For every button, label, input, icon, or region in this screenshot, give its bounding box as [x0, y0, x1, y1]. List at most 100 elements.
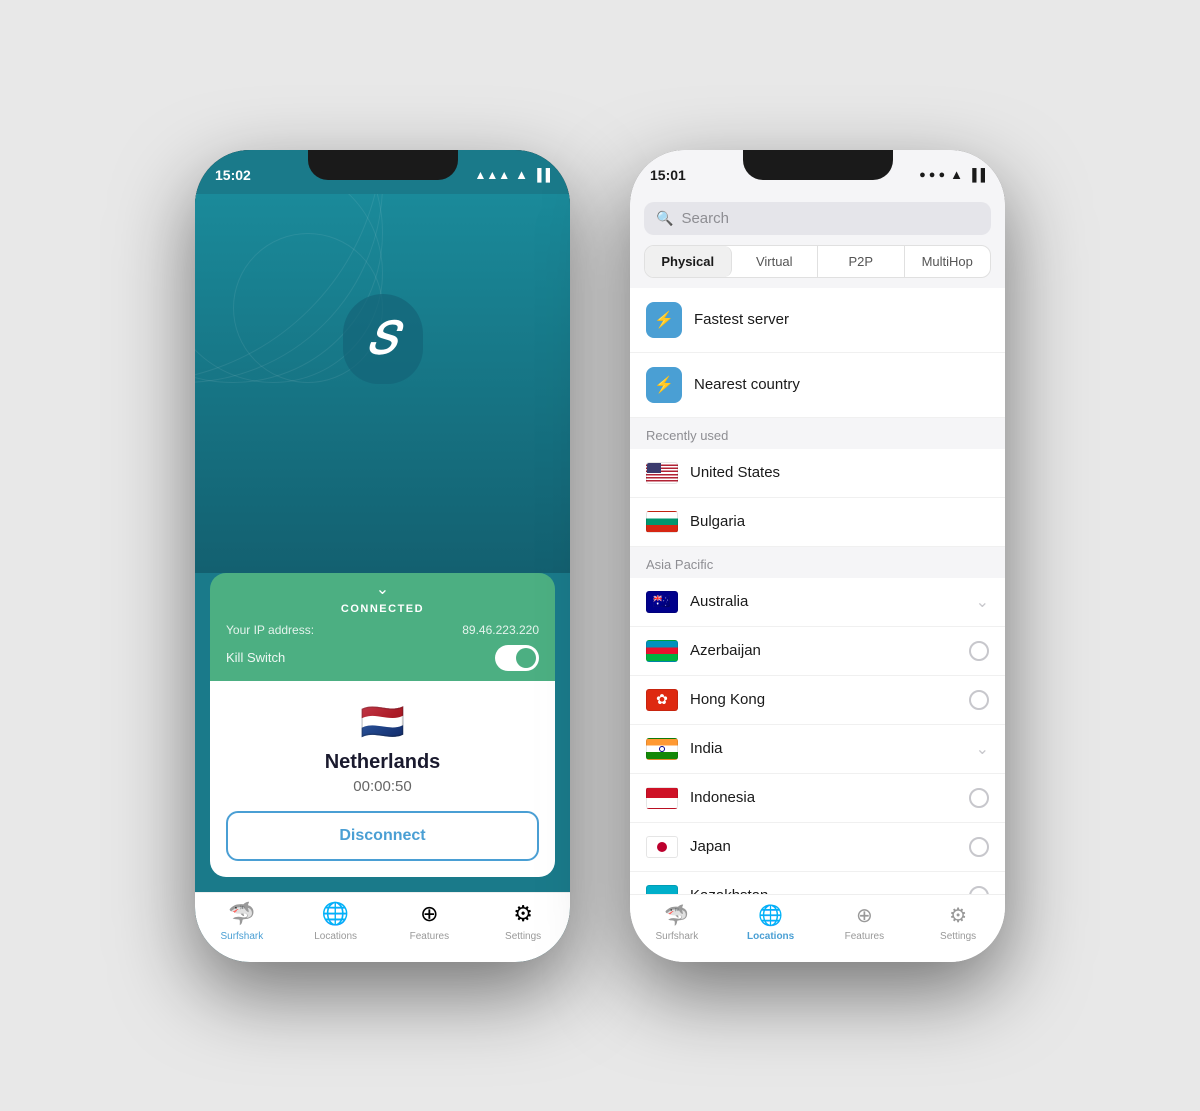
- locations-nav-icon-2: 🌐: [758, 903, 783, 928]
- search-bar[interactable]: 🔍 Search: [644, 202, 991, 235]
- recently-used-header: Recently used: [630, 418, 1005, 449]
- country-item-id[interactable]: Indonesia: [630, 774, 1005, 823]
- kill-switch-toggle[interactable]: [495, 645, 539, 671]
- country-item-bg[interactable]: Bulgaria: [630, 498, 1005, 547]
- shark-s: 𝑆: [368, 313, 397, 364]
- surfshark-nav-icon-2: 🦈: [664, 903, 689, 928]
- status-icons-1: ▲▲▲ ▲ ▐▐: [474, 167, 550, 182]
- country-item-in[interactable]: India ⌄: [630, 725, 1005, 774]
- nearest-country-label: Nearest country: [694, 376, 800, 393]
- bottom-nav-1: 🦈 Surfshark 🌐 Locations ⊕ Features ⚙ Set…: [195, 892, 570, 962]
- location-list: ⚡ Fastest server ⚡ Nearest country Recen…: [630, 288, 1005, 894]
- time-1: 15:02: [215, 167, 251, 183]
- features-nav-label: Features: [410, 931, 449, 942]
- country-name-id: Indonesia: [690, 789, 957, 806]
- flag-kz: [646, 885, 678, 894]
- country-item-hk[interactable]: ✿ Hong Kong: [630, 676, 1005, 725]
- fastest-server-icon: ⚡: [646, 302, 682, 338]
- country-item-az[interactable]: Azerbaijan: [630, 627, 1005, 676]
- tab-physical[interactable]: Physical: [645, 246, 732, 277]
- wifi-icon-2: ▲: [950, 167, 963, 182]
- country-item-us[interactable]: United States: [630, 449, 1005, 498]
- kill-switch-row: Kill Switch: [226, 645, 539, 671]
- nearest-country-item[interactable]: ⚡ Nearest country: [630, 353, 1005, 418]
- nav-locations[interactable]: 🌐 Locations: [289, 901, 383, 942]
- signal-icon-2: ● ● ●: [919, 169, 945, 181]
- surfshark-nav-label-2: Surfshark: [655, 931, 698, 942]
- time-2: 15:01: [650, 167, 686, 183]
- kill-switch-label: Kill Switch: [226, 650, 285, 665]
- country-name-az: Azerbaijan: [690, 642, 957, 659]
- flag-hk: ✿: [646, 689, 678, 711]
- country-name-au: Australia: [690, 593, 964, 610]
- connected-label: CONNECTED: [226, 603, 539, 615]
- features-nav-icon: ⊕: [420, 901, 438, 927]
- flag-id: [646, 787, 678, 809]
- country-name-jp: Japan: [690, 838, 957, 855]
- search-icon: 🔍: [656, 210, 673, 227]
- flag-jp: [646, 836, 678, 858]
- nav2-surfshark[interactable]: 🦈 Surfshark: [630, 903, 724, 942]
- settings-nav-label: Settings: [505, 931, 541, 942]
- radio-hk[interactable]: [969, 690, 989, 710]
- radio-az[interactable]: [969, 641, 989, 661]
- nav2-settings[interactable]: ⚙ Settings: [911, 903, 1005, 942]
- country-item-jp[interactable]: Japan: [630, 823, 1005, 872]
- surfshark-logo: 𝑆: [343, 294, 423, 384]
- nav-settings[interactable]: ⚙ Settings: [476, 901, 570, 942]
- bottom-nav-2: 🦈 Surfshark 🌐 Locations ⊕ Features ⚙ Set…: [630, 894, 1005, 962]
- chevron-up-icon[interactable]: ⌄: [226, 579, 539, 599]
- country-flag-emoji: 🇳🇱: [226, 701, 539, 743]
- radio-id[interactable]: [969, 788, 989, 808]
- connection-timer: 00:00:50: [226, 778, 539, 795]
- locations-nav-icon: 🌐: [322, 901, 349, 927]
- country-name-bg: Bulgaria: [690, 513, 989, 530]
- wifi-icon: ▲: [515, 167, 528, 182]
- radio-kz[interactable]: [969, 886, 989, 894]
- flag-bg: [646, 511, 678, 533]
- flag-in: [646, 738, 678, 760]
- settings-nav-icon-2: ⚙: [949, 903, 967, 928]
- tab-virtual[interactable]: Virtual: [732, 246, 819, 277]
- radio-jp[interactable]: [969, 837, 989, 857]
- ip-row: Your IP address: 89.46.223.220: [226, 623, 539, 637]
- search-placeholder-text: Search: [681, 210, 729, 227]
- expand-au-icon: ⌄: [976, 592, 989, 612]
- disconnect-button[interactable]: Disconnect: [226, 811, 539, 861]
- phone-2: 15:01 ● ● ● ▲ ▐▐ 🔍 Search Physical Virtu…: [630, 150, 1005, 962]
- tab-multihop[interactable]: MultiHop: [905, 246, 991, 277]
- connected-country-name: Netherlands: [226, 751, 539, 774]
- country-item-kz[interactable]: Kazakhstan: [630, 872, 1005, 894]
- surfshark-nav-icon: 🦈: [228, 901, 255, 927]
- fastest-server-label: Fastest server: [694, 311, 789, 328]
- flag-us: [646, 462, 678, 484]
- asia-pacific-header: Asia Pacific: [630, 547, 1005, 578]
- notch: [308, 150, 458, 180]
- bottom-card: 🇳🇱 Netherlands 00:00:50 Disconnect: [210, 681, 555, 877]
- settings-nav-icon: ⚙: [513, 901, 533, 927]
- fastest-server-item[interactable]: ⚡ Fastest server: [630, 288, 1005, 353]
- locations-nav-label: Locations: [314, 931, 357, 942]
- phone-1: 15:02 ▲▲▲ ▲ ▐▐ 𝑆: [195, 150, 570, 962]
- battery-icon-2: ▐▐: [968, 168, 985, 182]
- expand-in-icon: ⌄: [976, 739, 989, 759]
- flag-au: 🇦🇺: [646, 591, 678, 613]
- features-nav-icon-2: ⊕: [856, 903, 873, 928]
- country-item-au[interactable]: 🇦🇺 Australia ⌄: [630, 578, 1005, 627]
- teal-background: 𝑆: [195, 194, 570, 573]
- notch-2: [743, 150, 893, 180]
- nav-features[interactable]: ⊕ Features: [383, 901, 477, 942]
- ip-label: Your IP address:: [226, 623, 314, 637]
- flag-az: [646, 640, 678, 662]
- nearest-country-icon: ⚡: [646, 367, 682, 403]
- nav-surfshark[interactable]: 🦈 Surfshark: [195, 901, 289, 942]
- tab-p2p[interactable]: P2P: [818, 246, 905, 277]
- country-name-in: India: [690, 740, 964, 757]
- surfshark-nav-label: Surfshark: [220, 931, 263, 942]
- signal-icon: ▲▲▲: [474, 168, 510, 182]
- filter-tabs: Physical Virtual P2P MultiHop: [644, 245, 991, 278]
- locations-nav-label-2: Locations: [747, 931, 794, 942]
- battery-icon: ▐▐: [533, 168, 550, 182]
- nav2-locations[interactable]: 🌐 Locations: [724, 903, 818, 942]
- nav2-features[interactable]: ⊕ Features: [818, 903, 912, 942]
